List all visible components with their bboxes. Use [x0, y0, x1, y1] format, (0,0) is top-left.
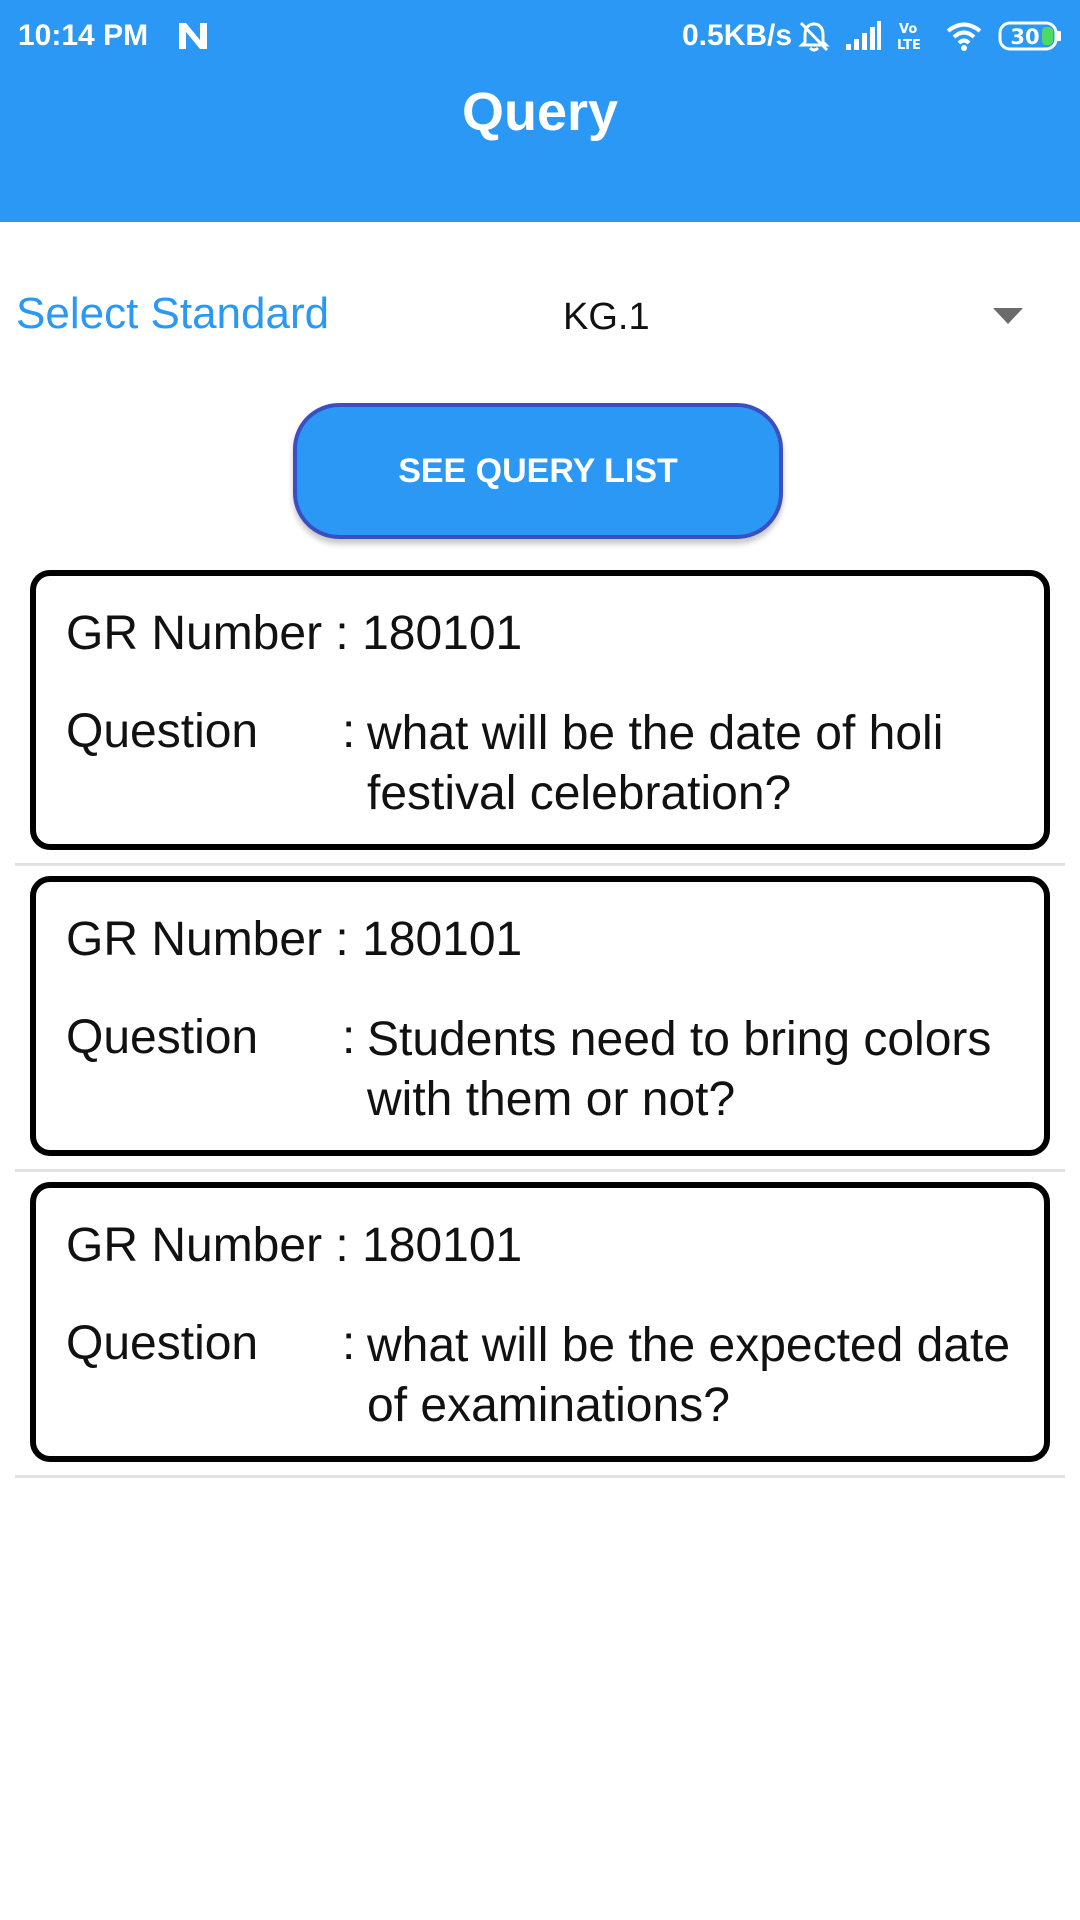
question-colon: :: [342, 1317, 356, 1370]
gr-number-row: GR Number : 180101: [66, 1218, 522, 1274]
query-list: GR Number : 180101 Question : what will …: [0, 568, 1080, 1486]
query-card: GR Number : 180101 Question : Students n…: [30, 876, 1050, 1156]
app-bar: 10:14 PM 0.5KB/s Vo LTE 30 Query: [0, 0, 1080, 222]
alarm-off-icon: [798, 21, 830, 52]
query-item[interactable]: GR Number : 180101 Question : Students n…: [0, 874, 1080, 1180]
volte-icon: Vo LTE: [897, 22, 921, 53]
page-title: Query: [461, 82, 619, 142]
network-speed: 0.5KB/s: [682, 19, 793, 52]
gr-number-label: GR Number :: [66, 607, 363, 660]
svg-text:Vo: Vo: [899, 22, 917, 37]
query-card: GR Number : 180101 Question : what will …: [30, 1182, 1050, 1462]
query-card: GR Number : 180101 Question : what will …: [30, 570, 1050, 850]
wifi-icon: [946, 22, 982, 51]
select-standard-label: Select Standard: [16, 289, 330, 338]
query-item[interactable]: GR Number : 180101 Question : what will …: [0, 568, 1080, 874]
svg-text:LTE: LTE: [897, 38, 921, 53]
see-query-list-button[interactable]: SEE QUERY LIST: [293, 403, 783, 539]
n-icon: [179, 23, 207, 49]
gr-number-row: GR Number : 180101: [66, 606, 522, 662]
question-colon: :: [342, 705, 356, 758]
list-divider: [15, 1475, 1065, 1478]
gr-number-label: GR Number :: [66, 1219, 363, 1272]
gr-number-value: 180101: [362, 607, 523, 660]
list-divider: [15, 1169, 1065, 1172]
gr-number-label: GR Number :: [66, 913, 363, 966]
question-text: Students need to bring colors with them …: [367, 1013, 992, 1126]
question-label: Question: [66, 705, 259, 758]
query-item[interactable]: GR Number : 180101 Question : what will …: [0, 1180, 1080, 1486]
question-label: Question: [66, 1011, 259, 1064]
question-text: what will be the date of holi festival c…: [367, 707, 944, 820]
battery-level: 30: [1010, 25, 1039, 49]
gr-number-value: 180101: [362, 1219, 523, 1272]
signal-icon: [846, 21, 881, 50]
question-text: what will be the expected date of examin…: [367, 1319, 1011, 1432]
battery-icon: 30: [998, 21, 1061, 51]
standard-dropdown-value[interactable]: KG.1: [563, 292, 650, 342]
gr-number-value: 180101: [362, 913, 523, 966]
question-label: Question: [66, 1317, 259, 1370]
status-time: 10:14 PM: [18, 19, 149, 52]
dropdown-arrow-icon[interactable]: [993, 308, 1023, 326]
gr-number-row: GR Number : 180101: [66, 912, 522, 968]
status-bar: 10:14 PM 0.5KB/s Vo LTE 30: [0, 0, 1080, 72]
question-colon: :: [342, 1011, 356, 1064]
list-divider: [15, 863, 1065, 866]
